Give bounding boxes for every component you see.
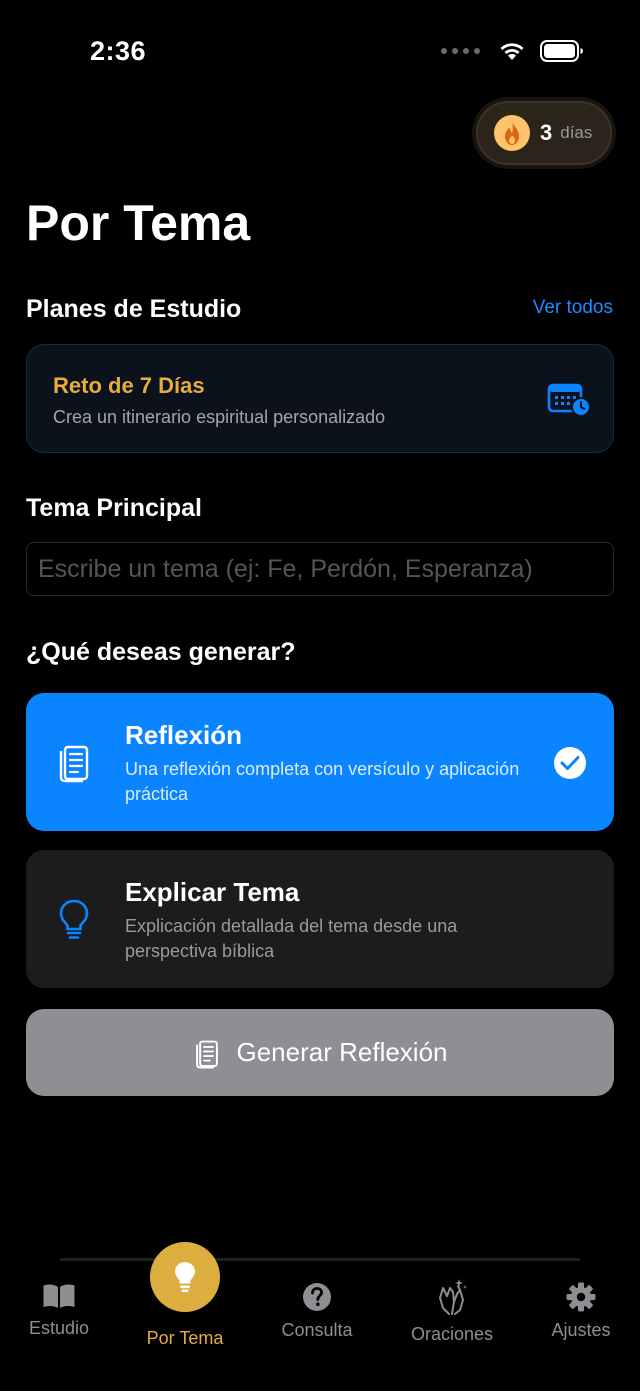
plans-section-title: Planes de Estudio — [26, 295, 242, 323]
tab-por-tema-label: Por Tema — [146, 1328, 224, 1348]
flame-icon — [505, 121, 519, 145]
tab-consulta[interactable]: Consulta — [276, 1282, 358, 1341]
tab-ajustes-label: Ajustes — [551, 1320, 611, 1340]
option-reflection-title: Reflexión — [125, 720, 243, 750]
calendar-clock-icon — [547, 383, 591, 417]
status-icons — [441, 40, 584, 62]
flame-circle — [494, 115, 530, 151]
option-reflection-description: Una reflexión completa con versículo y a… — [125, 759, 520, 804]
plan-card-subtitle: Crea un itinerario espiritual personaliz… — [53, 407, 386, 427]
generate-type-section-title: ¿Qué deseas generar? — [26, 638, 296, 666]
lightbulb-icon — [59, 899, 89, 939]
streak-unit: días — [560, 123, 593, 142]
question-icon — [303, 1283, 331, 1311]
topic-section-title: Tema Principal — [26, 494, 202, 522]
challenge-plan-card[interactable]: Reto de 7 Días Crea un itinerario espiri… — [26, 344, 614, 453]
gear-icon — [566, 1282, 596, 1312]
checkmark-icon — [554, 747, 586, 779]
tab-por-tema[interactable]: Por Tema — [140, 1242, 230, 1349]
status-time: 2:36 — [90, 36, 147, 66]
generate-button-label: Generar Reflexión — [236, 1037, 448, 1067]
page-title: Por Tema — [26, 195, 251, 251]
signal-dots-icon — [441, 48, 480, 54]
topic-input[interactable] — [26, 542, 614, 596]
tab-ajustes[interactable]: Ajustes — [546, 1282, 616, 1341]
document-icon — [195, 1040, 218, 1068]
streak-badge[interactable]: 3 días — [476, 101, 612, 165]
tab-oraciones-label: Oraciones — [410, 1324, 494, 1344]
see-all-link[interactable]: Ver todos — [533, 297, 613, 319]
option-explain-title: Explicar Tema — [125, 877, 300, 907]
option-explain-topic[interactable]: Explicar Tema Explicación detallada del … — [26, 850, 614, 988]
document-icon — [59, 745, 89, 783]
book-icon — [43, 1284, 75, 1308]
plan-card-title: Reto de 7 Días — [53, 373, 205, 398]
tab-consulta-label: Consulta — [281, 1320, 353, 1340]
tab-bar-divider — [60, 1258, 580, 1261]
lightbulb-icon — [175, 1262, 195, 1293]
tab-estudio[interactable]: Estudio — [22, 1282, 96, 1339]
battery-icon — [540, 40, 583, 62]
tab-estudio-label: Estudio — [28, 1318, 90, 1338]
tab-bar: Estudio Por Tema Consulta Oraciones Ajus… — [0, 1242, 640, 1391]
streak-count: 3 — [540, 120, 553, 145]
tab-oraciones[interactable]: Oraciones — [404, 1278, 500, 1345]
option-explain-description: Explicación detallada del tema desde una… — [125, 916, 458, 961]
generate-button[interactable]: Generar Reflexión — [26, 1009, 614, 1096]
wifi-icon — [500, 43, 524, 60]
status-bar: 2:36 — [0, 0, 640, 100]
praying-hands-icon — [439, 1279, 467, 1315]
option-reflection[interactable]: Reflexión Una reflexión completa con ver… — [26, 693, 614, 831]
active-tab-circle — [150, 1242, 220, 1312]
